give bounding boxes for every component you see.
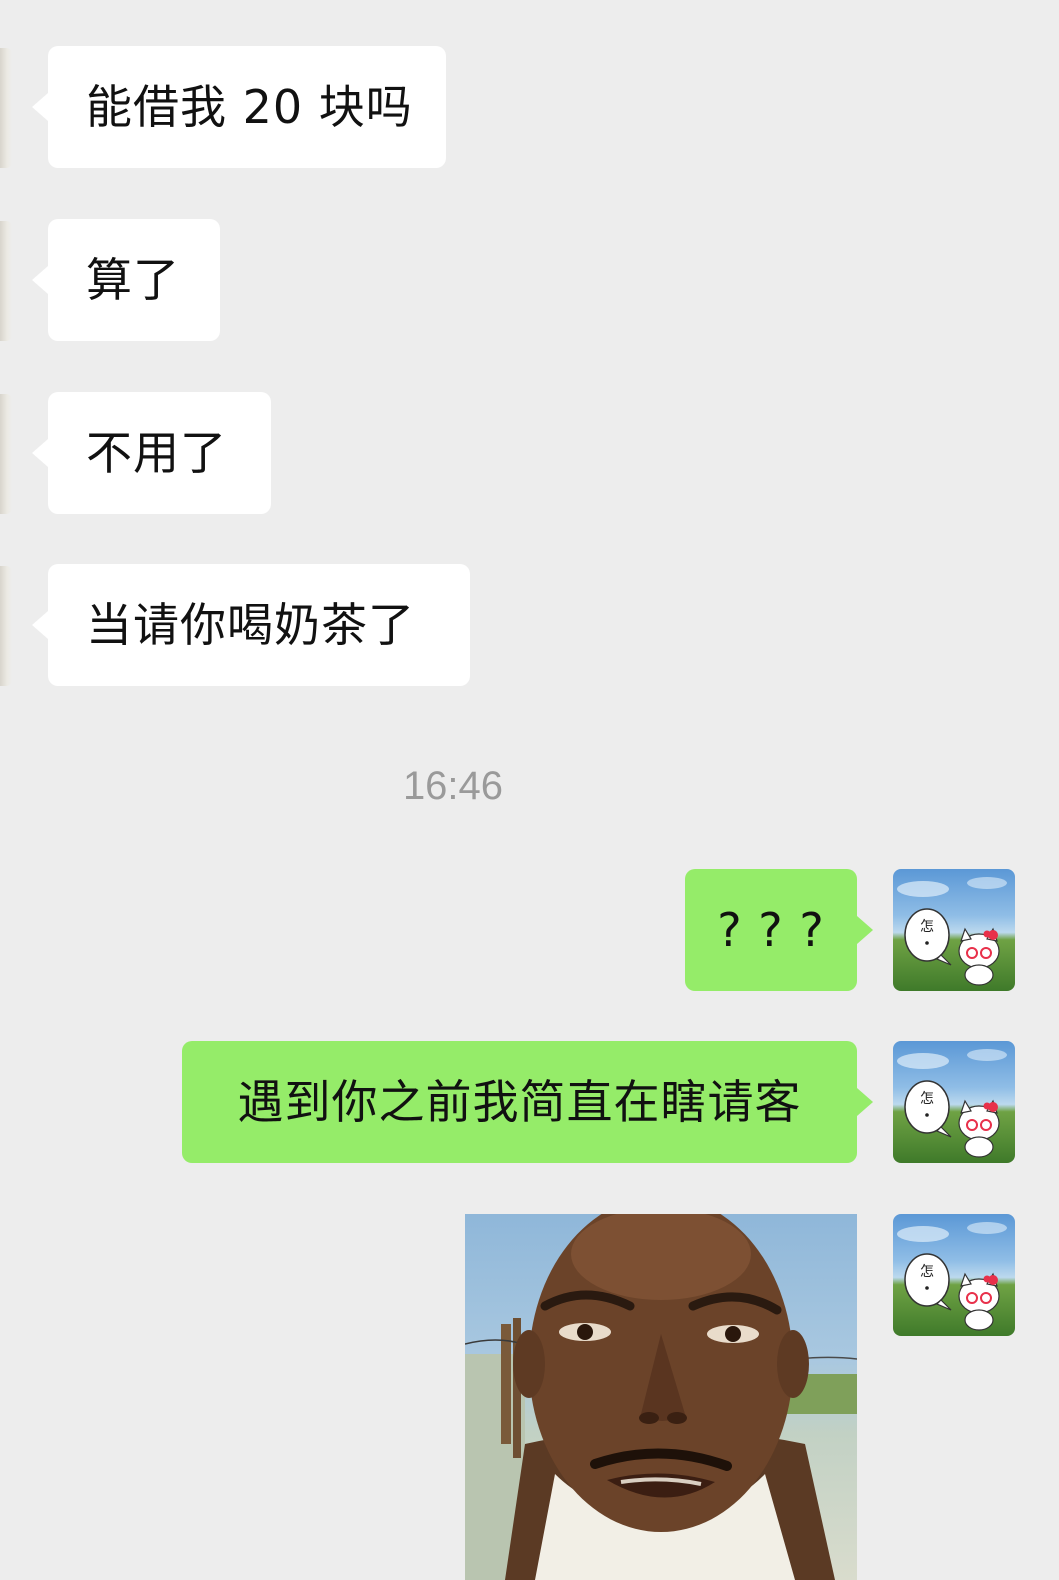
message-text: 当请你喝奶茶了	[86, 598, 415, 652]
man-face-photo	[465, 1214, 857, 1580]
message-bubble-incoming[interactable]: 能借我 20 块吗	[32, 46, 446, 168]
message-bubble-outgoing[interactable]: 遇到你之前我简直在瞎请客	[182, 1041, 873, 1163]
message-bubble-incoming[interactable]: 不用了	[32, 392, 271, 514]
message-text: ? ? ?	[717, 903, 825, 957]
user-avatar[interactable]: 怎	[893, 869, 1015, 991]
hello-kitty-avatar-icon: 怎	[897, 1222, 1007, 1331]
hello-kitty-avatar-icon: 怎	[897, 877, 1007, 986]
avatar-bubble-char: 怎	[920, 1091, 934, 1107]
image-message[interactable]	[465, 1214, 857, 1580]
user-avatar[interactable]: 怎	[893, 1041, 1015, 1163]
contact-avatar[interactable]	[0, 394, 12, 514]
contact-avatar[interactable]	[0, 566, 12, 686]
message-text: 算了	[86, 253, 180, 307]
hello-kitty-avatar-icon: 怎	[897, 1049, 1007, 1158]
avatar-bubble-char: 怎	[920, 919, 934, 935]
contact-avatar[interactable]	[0, 48, 12, 168]
message-text: 能借我 20 块吗	[86, 80, 413, 134]
avatar-bubble-char: 怎	[920, 1264, 934, 1280]
message-bubble-incoming[interactable]: 当请你喝奶茶了	[32, 564, 470, 686]
user-avatar[interactable]: 怎	[893, 1214, 1015, 1336]
message-text: 不用了	[86, 426, 227, 480]
message-timestamp: 16:46	[402, 764, 504, 808]
contact-avatar[interactable]	[0, 221, 12, 341]
message-bubble-incoming[interactable]: 算了	[32, 219, 220, 341]
chat-window: 能借我 20 块吗 算了 不用了 当请你喝奶茶了 16:46 ? ? ? 怎 遇…	[0, 0, 1059, 1580]
message-text: 遇到你之前我简直在瞎请客	[237, 1075, 802, 1129]
message-bubble-outgoing[interactable]: ? ? ?	[685, 869, 873, 991]
